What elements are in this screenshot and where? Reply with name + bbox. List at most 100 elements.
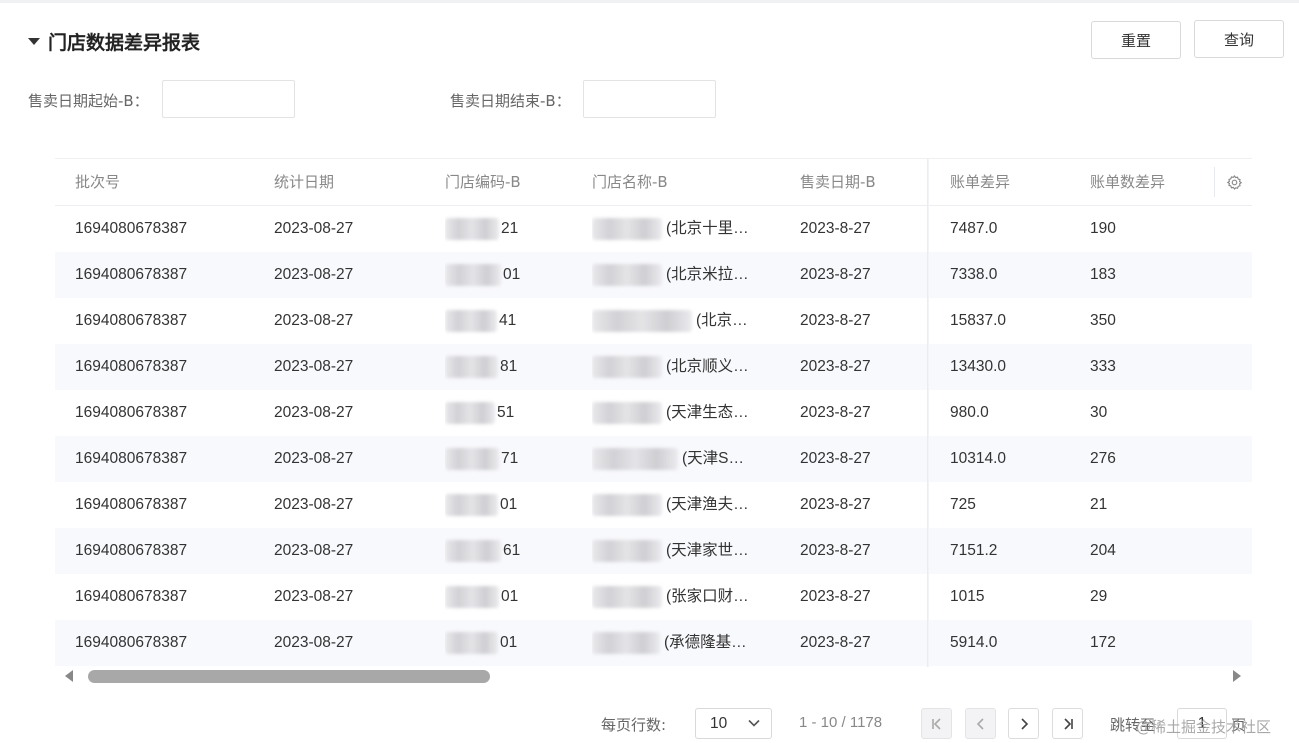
chevron-left-icon [976,717,984,730]
cell-stat-date: 2023-08-27 [274,634,354,651]
sale-date-start-input[interactable] [162,80,295,118]
horizontal-scrollbar[interactable] [55,667,1252,687]
cell-batch: 1694080678387 [75,358,188,375]
store-code-suffix: 01 [500,496,518,513]
column-header-store-code[interactable]: 门店编码-B [445,159,555,205]
query-button[interactable]: 查询 [1194,20,1284,58]
prev-page-button[interactable] [965,708,996,739]
cell-stat-date: 2023-08-27 [274,450,354,467]
reset-button[interactable]: 重置 [1091,21,1181,59]
page-title: 门店数据差异报表 [48,31,201,54]
last-page-button[interactable] [1052,708,1083,739]
cell-stat-date: 2023-08-27 [274,542,354,559]
table-row[interactable]: 1694080678387 2023-08-27 01 (北京米拉… 2023-8-27… [55,252,1252,298]
cell-store-code: 01 [445,620,555,666]
store-name-suffix: (天津渔夫… [666,496,749,513]
cell-bill-count-diff: 190 [1090,220,1116,237]
store-code-suffix: 21 [501,220,519,237]
cell-store-code: 81 [445,344,555,390]
column-header-sale-date[interactable]: 售卖日期-B [800,159,876,205]
cell-batch: 1694080678387 [75,404,188,421]
store-name-suffix: (天津生态… [666,404,749,421]
redacted-store-code [445,539,501,562]
cell-bill-count-diff: 276 [1090,450,1116,467]
cell-bill-count-diff: 21 [1090,496,1108,513]
cell-bill-count-diff: 29 [1090,588,1108,605]
table-row[interactable]: 1694080678387 2023-08-27 41 (北京… 2023-8-27 15… [55,298,1252,344]
cell-store-name: (承德隆基… [592,620,772,666]
fixed-column-divider [927,159,929,667]
store-code-suffix: 81 [500,358,518,375]
cell-sale-date: 2023-8-27 [800,588,871,605]
cell-batch: 1694080678387 [75,496,188,513]
table-row[interactable]: 1694080678387 2023-08-27 01 (张家口财… 2023-8-27… [55,574,1252,620]
collapse-caret-icon[interactable] [28,37,40,45]
cell-bill-count-diff: 204 [1090,542,1116,559]
first-page-button[interactable] [921,708,952,739]
store-code-suffix: 01 [503,266,521,283]
column-header-bill-diff[interactable]: 账单差异 [950,159,1010,205]
sale-date-end-input[interactable] [583,80,716,118]
cell-store-name: (天津渔夫… [592,482,772,528]
scrollbar-thumb[interactable] [88,670,490,683]
report-header[interactable]: 门店数据差异报表 [28,28,200,54]
scroll-left-arrow-icon[interactable] [65,670,73,682]
table-row[interactable]: 1694080678387 2023-08-27 01 (天津渔夫… 2023-8-27… [55,482,1252,528]
cell-store-name: (张家口财… [592,574,772,620]
column-settings-button[interactable] [1214,167,1252,197]
cell-store-code: 21 [445,206,555,252]
cell-bill-diff: 15837.0 [950,312,1007,329]
cell-batch: 1694080678387 [75,588,188,605]
next-page-button[interactable] [1008,708,1039,739]
cell-batch: 1694080678387 [75,266,188,283]
cell-bill-diff: 13430.0 [950,358,1007,375]
cell-bill-diff: 10314.0 [950,450,1007,467]
table-row[interactable]: 1694080678387 2023-08-27 51 (天津生态… 2023-8-27… [55,390,1252,436]
cell-sale-date: 2023-8-27 [800,450,871,467]
cell-sale-date: 2023-8-27 [800,220,871,237]
redacted-store-name [592,309,692,332]
table-row[interactable]: 1694080678387 2023-08-27 61 (天津家世… 2023-8-27… [55,528,1252,574]
cell-store-code: 01 [445,252,555,298]
column-header-batch[interactable]: 批次号 [75,159,120,205]
watermark: @稀土掘金技术社区 [1136,718,1272,736]
cell-stat-date: 2023-08-27 [274,312,354,329]
store-code-suffix: 71 [501,450,519,467]
redacted-store-name [592,631,660,654]
cell-sale-date: 2023-8-27 [800,266,871,283]
column-header-stat-date[interactable]: 统计日期 [274,159,334,205]
cell-batch: 1694080678387 [75,312,188,329]
cell-batch: 1694080678387 [75,634,188,651]
rows-per-page-select[interactable]: 10 [695,708,772,739]
store-name-suffix: (北京… [696,312,748,329]
store-code-suffix: 51 [497,404,515,421]
table-row[interactable]: 1694080678387 2023-08-27 21 (北京十里… 2023-8-27… [55,206,1252,252]
cell-stat-date: 2023-08-27 [274,266,354,283]
cell-bill-diff: 980.0 [950,404,989,421]
redacted-store-name [592,493,662,516]
column-header-store-name[interactable]: 门店名称-B [592,159,772,205]
chevron-down-icon [748,719,760,727]
table-row[interactable]: 1694080678387 2023-08-27 81 (北京顺义… 2023-8-27… [55,344,1252,390]
column-header-bill-count-diff[interactable]: 账单数差异 [1090,159,1165,205]
gear-icon[interactable] [1226,174,1243,191]
cell-bill-diff: 7151.2 [950,542,998,559]
cell-store-name: (天津家世… [592,528,772,574]
scroll-right-arrow-icon[interactable] [1233,670,1241,682]
cell-batch: 1694080678387 [75,220,188,237]
cell-stat-date: 2023-08-27 [274,220,354,237]
redacted-store-code [445,217,499,240]
cell-store-name: (北京米拉… [592,252,772,298]
table-row[interactable]: 1694080678387 2023-08-27 01 (承德隆基… 2023-8-27… [55,620,1252,666]
cell-stat-date: 2023-08-27 [274,496,354,513]
store-code-suffix: 41 [499,312,517,329]
cell-store-name: (天津生态… [592,390,772,436]
cell-stat-date: 2023-08-27 [274,404,354,421]
redacted-store-name [592,585,662,608]
rows-per-page-value: 10 [710,715,728,732]
cell-bill-diff: 5914.0 [950,634,998,651]
table-row[interactable]: 1694080678387 2023-08-27 71 (天津S… 2023-8-27 1… [55,436,1252,482]
redacted-store-code [445,447,499,470]
store-code-suffix: 01 [500,634,518,651]
store-name-suffix: (天津家世… [666,542,749,559]
